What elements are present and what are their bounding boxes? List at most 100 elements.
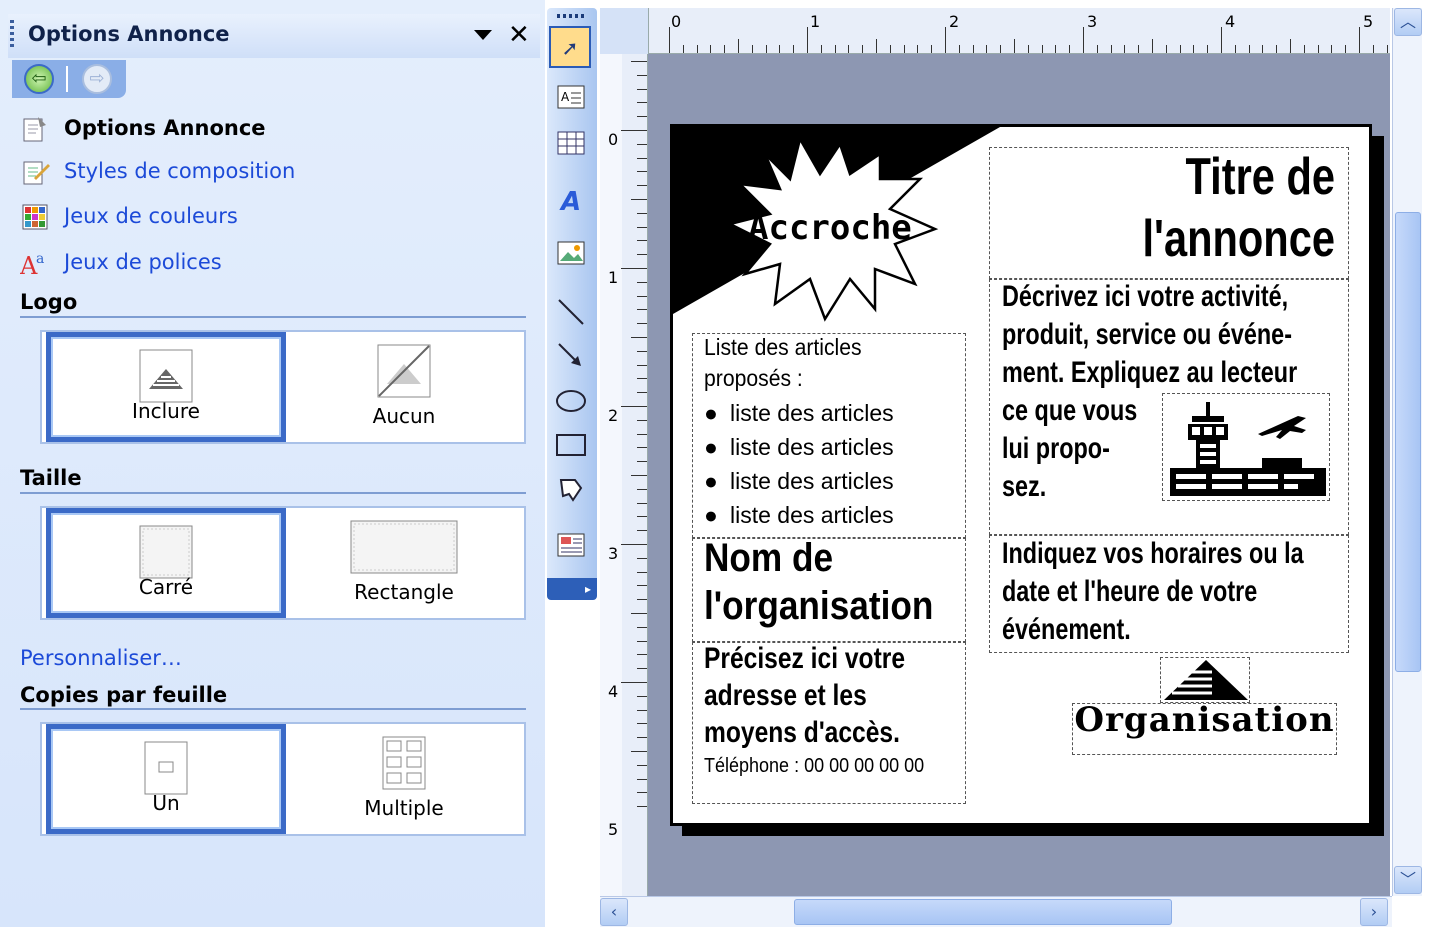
option-un[interactable]: Un — [46, 724, 286, 834]
scroll-left-icon[interactable]: ‹ — [600, 898, 628, 926]
address-text[interactable]: Précisez ici votre adresse et les moyens… — [704, 640, 905, 751]
design-gallery-icon[interactable] — [553, 532, 589, 568]
oval-icon[interactable] — [553, 388, 589, 424]
text-box-icon[interactable]: A — [553, 84, 589, 120]
toolbar-grip[interactable] — [557, 14, 587, 18]
ruler-tick — [958, 45, 960, 53]
phone-text[interactable]: Téléphone : 00 00 00 00 00 — [704, 755, 924, 778]
size-options: Carré Rectangle — [40, 506, 526, 620]
ruler-tick — [1069, 45, 1071, 53]
ruler-tick — [637, 585, 647, 587]
table-icon[interactable] — [553, 130, 589, 166]
ruler-number: 1 — [810, 12, 821, 31]
scroll-right-icon[interactable]: › — [1360, 898, 1388, 926]
ruler-tick — [848, 45, 850, 53]
task-pane: Options Annonce ✕ ⇦ ⇨ Options Annonce St… — [0, 0, 545, 927]
ruler-tick — [862, 45, 864, 53]
ruler-tick — [621, 406, 647, 407]
option-label: Multiple — [364, 796, 444, 820]
hours-text[interactable]: Indiquez vos horaires ou la date et l'he… — [1002, 535, 1304, 649]
ruler-tick — [637, 764, 647, 766]
list-item: ● liste des articles — [704, 434, 894, 460]
horizontal-scroll-thumb[interactable] — [794, 899, 1172, 925]
flyer-title[interactable]: Titre de l'annonce — [1063, 146, 1335, 270]
ruler-tick — [1276, 45, 1278, 53]
ruler-tick — [621, 130, 647, 131]
picture-frame-icon[interactable] — [553, 240, 589, 276]
dropdown-arrow-icon[interactable] — [474, 30, 492, 40]
ruler-tick — [945, 27, 946, 53]
items-list[interactable]: ● liste des articles ● liste des articles … — [704, 396, 894, 532]
option-rectangle[interactable]: Rectangle — [284, 508, 524, 618]
logo-options: Inclure Aucun — [40, 330, 526, 444]
ruler-tick — [1359, 27, 1360, 53]
ruler-number: 3 — [608, 544, 619, 563]
list-intro-line: Liste des articles — [704, 334, 862, 360]
address-line: adresse et les — [704, 679, 867, 712]
ruler-tick — [637, 461, 647, 463]
vertical-scroll-thumb[interactable] — [1395, 212, 1421, 672]
ruler-tick — [637, 447, 647, 449]
list-intro[interactable]: Liste des articles proposés : — [704, 332, 862, 394]
ruler-number: 3 — [1087, 12, 1098, 31]
line-icon[interactable] — [553, 298, 589, 334]
vertical-ruler[interactable]: 0 1 2 3 4 5 — [600, 54, 648, 896]
airport-icon[interactable] — [1166, 396, 1330, 500]
scroll-down-icon[interactable]: ﹀ — [1394, 866, 1422, 894]
toolbar-options-icon[interactable]: ▸ — [547, 578, 597, 600]
list-item: ● liste des articles — [704, 502, 894, 528]
svg-text:A: A — [561, 90, 570, 104]
rectangle-icon[interactable] — [553, 432, 589, 468]
ruler-tick — [637, 668, 647, 670]
option-aucun[interactable]: Aucun — [284, 332, 524, 442]
square-icon — [139, 525, 193, 579]
accroche-text[interactable]: Accroche — [748, 208, 912, 248]
ruler-tick — [631, 199, 647, 200]
list-item-text: liste des articles — [730, 468, 894, 494]
option-multiple[interactable]: Multiple — [284, 724, 524, 834]
forward-arrow-icon[interactable]: ⇨ — [82, 64, 112, 94]
task-pane-title: Options Annonce — [28, 22, 230, 46]
personnaliser-link[interactable]: Personnaliser… — [20, 646, 182, 670]
option-label: Carré — [138, 575, 194, 599]
organisation-logo-text[interactable]: Organisation — [1072, 700, 1337, 740]
grip-handle[interactable] — [10, 20, 14, 48]
horizontal-scrollbar[interactable]: ‹ › — [600, 896, 1392, 927]
option-label: Rectangle — [354, 580, 454, 604]
wordart-icon[interactable]: A — [553, 184, 589, 220]
option-carre[interactable]: Carré — [46, 508, 286, 618]
organisation-name[interactable]: Nom de l'organisation — [704, 534, 933, 630]
ruler-tick — [637, 502, 647, 504]
styles-icon — [23, 161, 50, 185]
ruler-tick — [1193, 45, 1195, 53]
ruler-tick — [1152, 39, 1153, 53]
ruler-tick — [931, 45, 933, 53]
arrow-icon[interactable] — [553, 342, 589, 378]
close-icon[interactable]: ✕ — [508, 19, 530, 51]
list-item: ● liste des articles — [704, 400, 894, 426]
option-inclure[interactable]: Inclure — [46, 332, 286, 442]
select-arrow-icon[interactable]: ➚ — [549, 26, 591, 68]
objects-toolbar: ➚ A A ▸ — [547, 8, 597, 600]
vertical-scrollbar[interactable]: ︿ ﹀ — [1392, 8, 1422, 896]
ruler-tick — [637, 723, 647, 725]
divider — [20, 708, 526, 710]
autoshapes-icon[interactable] — [553, 476, 589, 512]
section-title-taille: Taille — [20, 466, 82, 490]
address-line: moyens d'accès. — [704, 716, 900, 749]
ruler-tick — [1386, 45, 1388, 53]
ruler-margin — [600, 54, 622, 896]
title-line: l'annonce — [1142, 210, 1335, 268]
scroll-up-icon[interactable]: ︿ — [1394, 8, 1422, 36]
ruler-tick — [631, 337, 647, 338]
hours-line: événement. — [1002, 613, 1131, 646]
ruler-tick — [696, 45, 698, 53]
ruler-tick — [1290, 39, 1291, 53]
organisation-logo-icon[interactable] — [1164, 660, 1248, 702]
horizontal-ruler[interactable]: 0 1 2 3 4 5 — [648, 8, 1402, 54]
options-icon — [23, 117, 46, 142]
navigation-bar: ⇦ ⇨ — [12, 60, 126, 98]
ruler-number: 5 — [608, 820, 619, 839]
back-arrow-icon[interactable]: ⇦ — [24, 64, 54, 94]
ruler-tick — [637, 74, 647, 76]
